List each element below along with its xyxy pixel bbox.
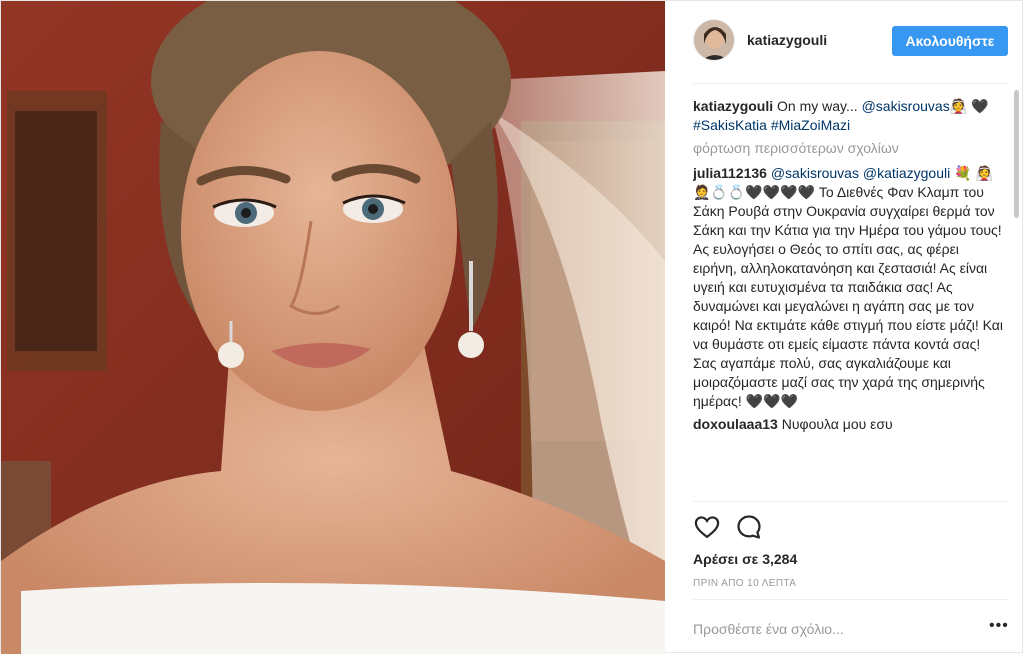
caption: katiazygouli On my way... @sakisrouvas👰 … [693,97,1003,135]
username[interactable]: katiazygouli [747,32,827,48]
avatar[interactable] [693,19,735,61]
heart-outline-icon[interactable] [693,513,721,541]
caption-text: On my way... [777,98,862,114]
comment-username[interactable]: doxoulaaa13 [693,416,778,432]
comments-list: katiazygouli On my way... @sakisrouvas👰 … [693,97,1003,501]
caption-emoji: 👰 🖤 [949,98,989,114]
comment-mentions[interactable]: @sakisrouvas @katiazygouli [771,165,950,181]
more-dots-icon[interactable]: ••• [989,618,1008,637]
post-sidebar: katiazygouli Ακολουθήστε katiazygouli On… [665,1,1022,652]
divider [693,599,1008,600]
comment-bubble-icon[interactable] [735,513,763,541]
likes-count[interactable]: Αρέσει σε 3,284 [693,551,797,567]
comment: julia112136 @sakisrouvas @katiazygouli 💐… [693,164,1003,411]
caption-username[interactable]: katiazygouli [693,98,773,114]
load-more-comments-link[interactable]: φόρτωση περισσότερων σχολίων [693,139,1003,158]
instagram-post-modal: katiazygouli Ακολουθήστε katiazygouli On… [0,0,1023,654]
post-header: katiazygouli Ακολουθήστε [693,19,1008,63]
divider [693,501,1008,502]
follow-button[interactable]: Ακολουθήστε [892,26,1008,56]
post-photo[interactable] [1,1,665,654]
add-comment-input[interactable]: Προσθέστε ένα σχόλιο... [693,621,844,637]
comment: doxoulaaa13 Νυφουλα μου εσυ [693,415,1003,434]
comment-text: Νυφουλα μου εσυ [777,416,893,432]
comment-text: 💐 👰🤵💍💍🖤🖤🖤🖤 Το Διεθνές Φαν Κλαμπ του Σάκη… [693,165,1003,409]
caption-mention[interactable]: @sakisrouvas [862,98,950,114]
caption-hashtags[interactable]: #SakisKatia #MiaZoiMazi [693,117,850,133]
avatar-image [694,20,734,60]
comment-username[interactable]: julia112136 [693,165,767,181]
comments-scrollbar[interactable] [1014,90,1019,218]
divider [693,83,1008,84]
bride-photo-illustration [1,1,665,654]
post-timestamp[interactable]: ΠΡΙΝ ΑΠΟ 10 ΛΕΠΤΑ [693,578,796,589]
